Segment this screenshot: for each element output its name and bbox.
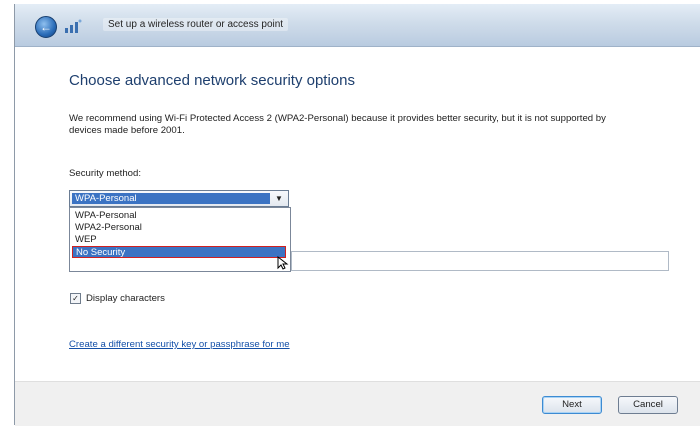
mouse-cursor-icon <box>277 256 289 270</box>
security-method-select[interactable]: WPA-Personal ▼ <box>69 190 289 207</box>
option-wpa-personal[interactable]: WPA-Personal <box>72 210 289 222</box>
intro-text: We recommend using Wi-Fi Protected Acces… <box>69 113 606 136</box>
display-characters-checkbox[interactable]: ✓ <box>70 293 81 304</box>
security-method-label: Security method: <box>69 168 141 179</box>
wizard-window: ← Set up a wireless router or access poi… <box>14 4 700 426</box>
option-no-security[interactable]: No Security <box>72 246 286 258</box>
window-title: Set up a wireless router or access point <box>103 18 289 31</box>
security-method-dropdown: WPA-Personal WPA2-Personal WEP No Securi… <box>69 207 291 272</box>
display-characters-label: Display characters <box>86 293 165 305</box>
create-different-key-link[interactable]: Create a different security key or passp… <box>69 339 290 350</box>
wizard-footer: Next Cancel <box>15 381 700 426</box>
wizard-content: Choose advanced network security options… <box>15 47 700 381</box>
chevron-down-icon[interactable]: ▼ <box>273 192 285 205</box>
title-bar: ← Set up a wireless router or access poi… <box>15 4 700 47</box>
wireless-network-icon <box>65 19 82 33</box>
page-title: Choose advanced network security options <box>69 72 355 89</box>
option-wep[interactable]: WEP <box>72 234 289 246</box>
display-characters-row[interactable]: ✓ Display characters <box>70 293 165 304</box>
next-button[interactable]: Next <box>542 396 602 414</box>
security-key-input[interactable] <box>291 251 669 271</box>
cancel-button[interactable]: Cancel <box>618 396 678 414</box>
option-wpa2-personal[interactable]: WPA2-Personal <box>72 222 289 234</box>
back-arrow-icon[interactable]: ← <box>35 16 57 38</box>
security-method-value: WPA-Personal <box>72 193 270 204</box>
